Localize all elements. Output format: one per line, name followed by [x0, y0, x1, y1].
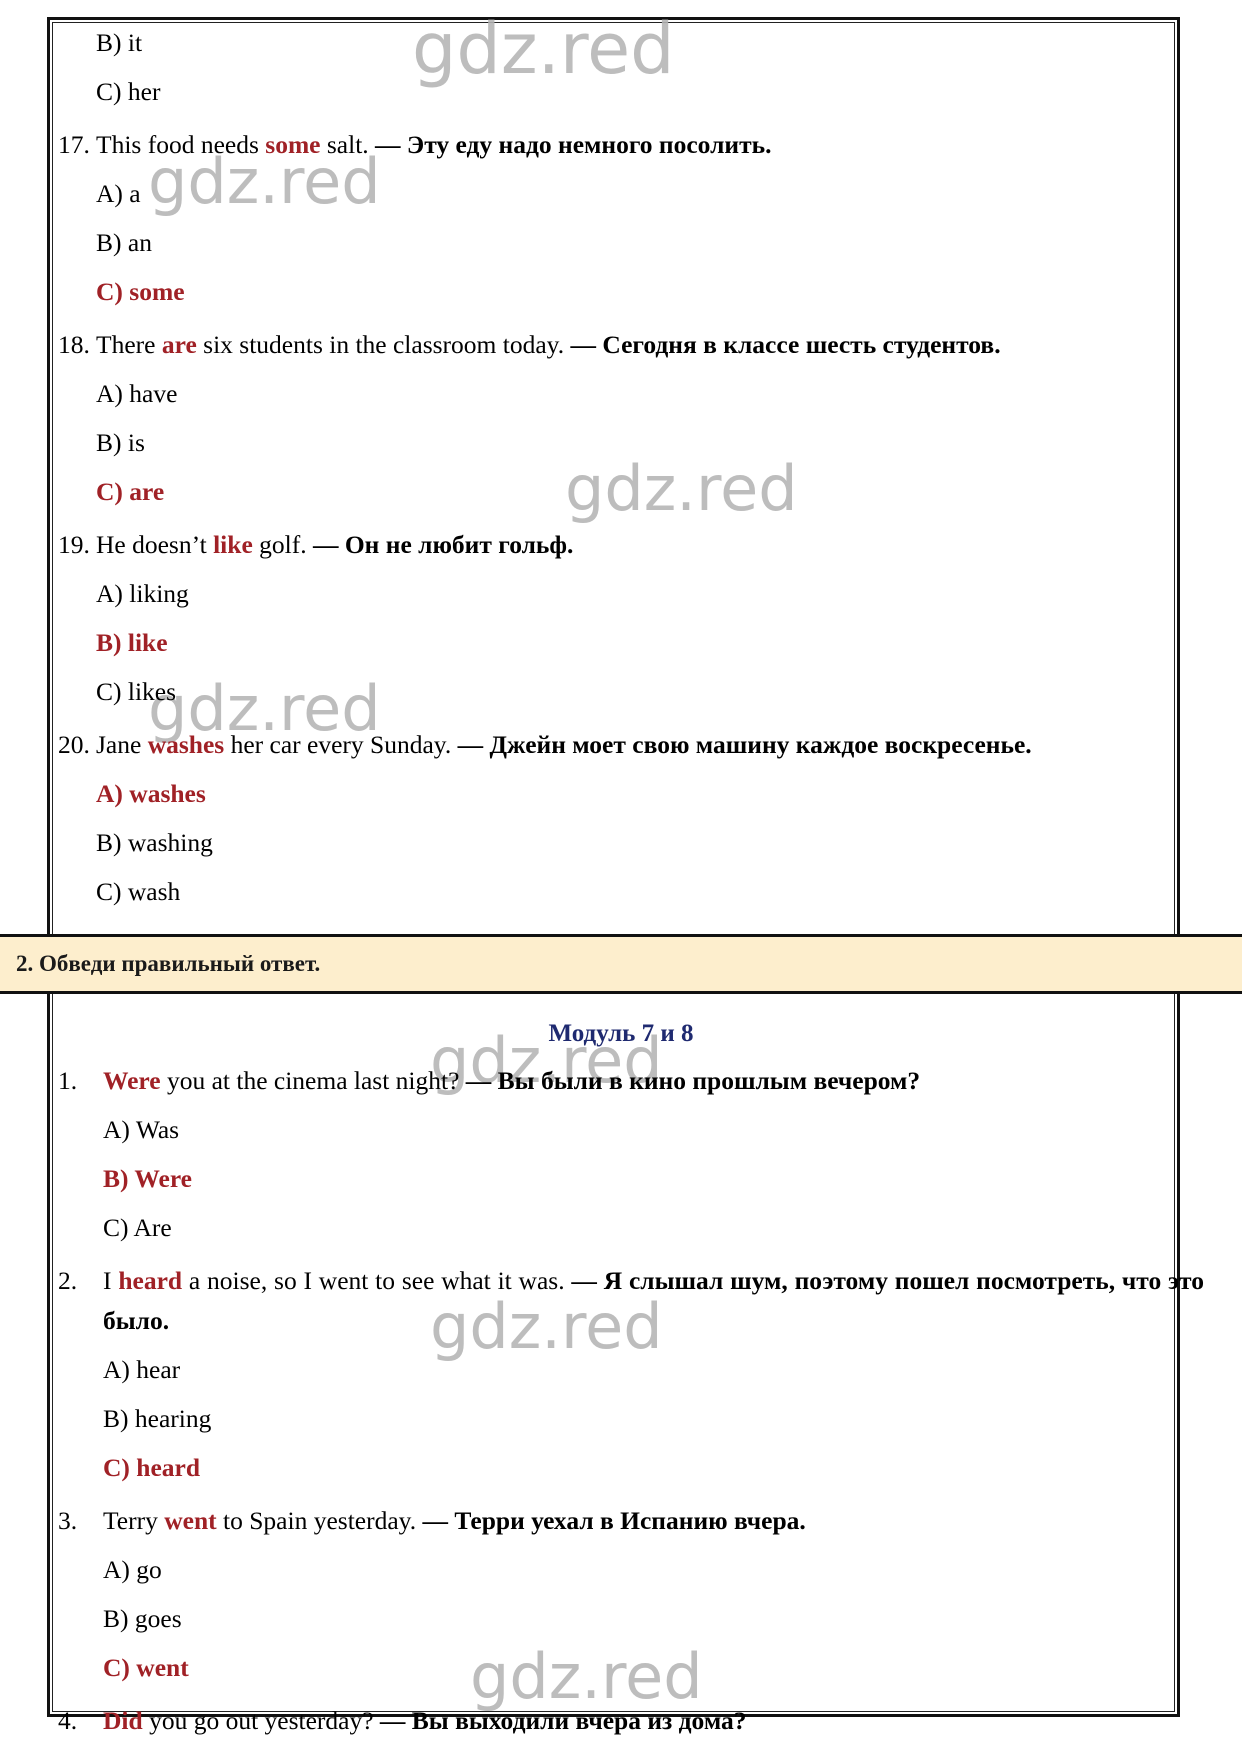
- question-text-segment: I: [103, 1266, 119, 1295]
- answer-option[interactable]: C) wash: [58, 872, 1204, 912]
- answer-option[interactable]: B) it: [58, 23, 1204, 63]
- question-text-segment: you go out yesterday?: [142, 1706, 380, 1735]
- question-line: 3. Terry went to Spain yesterday. — Терри…: [58, 1501, 1204, 1541]
- question-text-segment: Terry: [103, 1506, 165, 1535]
- highlighted-answer-word: Did: [103, 1706, 143, 1735]
- answer-option-correct[interactable]: A) washes: [58, 774, 1204, 814]
- question-text: Were you at the cinema last night? — Вы …: [103, 1061, 1204, 1101]
- exercise-1-leading-options: B) it C) her: [58, 23, 1204, 112]
- answer-option[interactable]: B) goes: [58, 1599, 1204, 1639]
- answer-option[interactable]: B) an: [58, 223, 1204, 263]
- question-text-segment: golf.: [252, 530, 313, 559]
- russian-translation: — Вы выходили вчера из дома?: [379, 1706, 747, 1735]
- worksheet-content: B) it C) her 17. This food needs some salt…: [0, 0, 1242, 1755]
- question-block: 17. This food needs some salt. — Эту еду …: [58, 125, 1204, 312]
- answer-option[interactable]: A) go: [58, 1550, 1204, 1590]
- answer-option-correct[interactable]: C) heard: [58, 1448, 1204, 1488]
- russian-translation: — Он не любит гольф.: [312, 530, 574, 559]
- answer-option-correct[interactable]: B) Were: [58, 1159, 1204, 1199]
- answer-option[interactable]: A) Was: [58, 1110, 1204, 1150]
- russian-translation: — Эту еду надо немного посолить.: [375, 130, 772, 159]
- exercise-2-questions: 1. Were you at the cinema last night? — В…: [58, 1061, 1204, 1741]
- question-number: 1.: [58, 1066, 78, 1095]
- question-number: 3.: [58, 1506, 78, 1535]
- russian-translation: — Вы были в кино прошлым вечером?: [465, 1066, 921, 1095]
- question-block: 3. Terry went to Spain yesterday. — Терри…: [58, 1501, 1204, 1688]
- question-text-segment: Jane: [96, 730, 148, 759]
- highlighted-answer-word: are: [161, 330, 197, 359]
- question-line: 18. There are six students in the classro…: [58, 325, 1204, 365]
- question-block: 18. There are six students in the classro…: [58, 325, 1204, 512]
- exercise-1-body: B) it C) her 17. This food needs some salt…: [0, 23, 1242, 912]
- question-text-segment: There: [96, 330, 162, 359]
- question-text: Did you go out yesterday? — Вы выходили …: [103, 1701, 1204, 1741]
- answer-option[interactable]: B) is: [58, 423, 1204, 463]
- question-number: 4.: [58, 1706, 78, 1735]
- question-text: Jane washes her car every Sunday. — Джей…: [96, 725, 1204, 765]
- highlighted-answer-word: some: [265, 130, 321, 159]
- highlighted-answer-word: like: [213, 530, 253, 559]
- russian-translation: — Терри уехал в Испанию вчера.: [422, 1506, 806, 1535]
- question-line: 2. I heard a noise, so I went to see what…: [58, 1261, 1204, 1341]
- russian-translation: — Джейн моет свою машину каждое воскресе…: [457, 730, 1032, 759]
- question-text-segment: He doesn’t: [96, 530, 214, 559]
- answer-option[interactable]: C) her: [58, 72, 1204, 112]
- question-text: I heard a noise, so I went to see what i…: [103, 1261, 1204, 1341]
- answer-option[interactable]: A) have: [58, 374, 1204, 414]
- highlighted-answer-word: washes: [147, 730, 225, 759]
- question-text-segment: to Spain yesterday.: [216, 1506, 423, 1535]
- answer-option-correct[interactable]: C) are: [58, 472, 1204, 512]
- module-heading: Модуль 7 и 8: [548, 1020, 694, 1047]
- question-line: 20. Jane washes her car every Sunday. — Д…: [58, 725, 1204, 765]
- question-number: 18.: [58, 330, 90, 359]
- answer-option-correct[interactable]: C) some: [58, 272, 1204, 312]
- question-text-segment: salt.: [320, 130, 376, 159]
- russian-translation: — Сегодня в классе шесть студентов.: [570, 330, 1001, 359]
- answer-option-correct[interactable]: B) like: [58, 623, 1204, 663]
- highlighted-answer-word: heard: [118, 1266, 183, 1295]
- question-block: 20. Jane washes her car every Sunday. — Д…: [58, 725, 1204, 912]
- answer-option[interactable]: A) liking: [58, 574, 1204, 614]
- question-text-segment: This food needs: [96, 130, 266, 159]
- question-block: 19. He doesn’t like golf. — Он не любит г…: [58, 525, 1204, 712]
- question-line: 1. Were you at the cinema last night? — В…: [58, 1061, 1204, 1101]
- answer-option[interactable]: C) Are: [58, 1208, 1204, 1248]
- answer-option[interactable]: C) likes: [58, 672, 1204, 712]
- exercise-2-body: 1. Were you at the cinema last night? — В…: [0, 1061, 1242, 1741]
- answer-option[interactable]: A) a: [58, 174, 1204, 214]
- question-number: 19.: [58, 530, 90, 559]
- question-text-segment: you at the cinema last night?: [160, 1066, 466, 1095]
- question-number: 20.: [58, 730, 90, 759]
- question-block: 2. I heard a noise, so I went to see what…: [58, 1261, 1204, 1488]
- question-block: 1. Were you at the cinema last night? — В…: [58, 1061, 1204, 1248]
- answer-option[interactable]: A) hear: [58, 1350, 1204, 1390]
- question-number: 2.: [58, 1266, 78, 1295]
- answer-option-correct[interactable]: C) went: [58, 1648, 1204, 1688]
- question-text: He doesn’t like golf. — Он не любит голь…: [96, 525, 1204, 565]
- question-text-segment: six students in the classroom today.: [196, 330, 571, 359]
- question-block: 4. Did you go out yesterday? — Вы выходил…: [58, 1701, 1204, 1741]
- answer-option[interactable]: B) washing: [58, 823, 1204, 863]
- answer-option[interactable]: B) hearing: [58, 1399, 1204, 1439]
- question-text: This food needs some salt. — Эту еду над…: [96, 125, 1204, 165]
- question-text: There are six students in the classroom …: [96, 325, 1204, 365]
- question-line: 17. This food needs some salt. — Эту еду …: [58, 125, 1204, 165]
- question-number: 17.: [58, 130, 90, 159]
- question-line: 4. Did you go out yesterday? — Вы выходил…: [58, 1701, 1204, 1741]
- highlighted-answer-word: went: [164, 1506, 217, 1535]
- question-text: Terry went to Spain yesterday. — Терри у…: [103, 1501, 1204, 1541]
- question-line: 19. He doesn’t like golf. — Он не любит г…: [58, 525, 1204, 565]
- exercise-2-header-bar: 2. Обведи правильный ответ.: [0, 934, 1242, 994]
- highlighted-answer-word: Were: [103, 1066, 161, 1095]
- question-text-segment: her car every Sunday.: [224, 730, 458, 759]
- exercise-1-questions: 17. This food needs some salt. — Эту еду …: [58, 125, 1204, 912]
- question-text-segment: a noise, so I went to see what it was.: [182, 1266, 572, 1295]
